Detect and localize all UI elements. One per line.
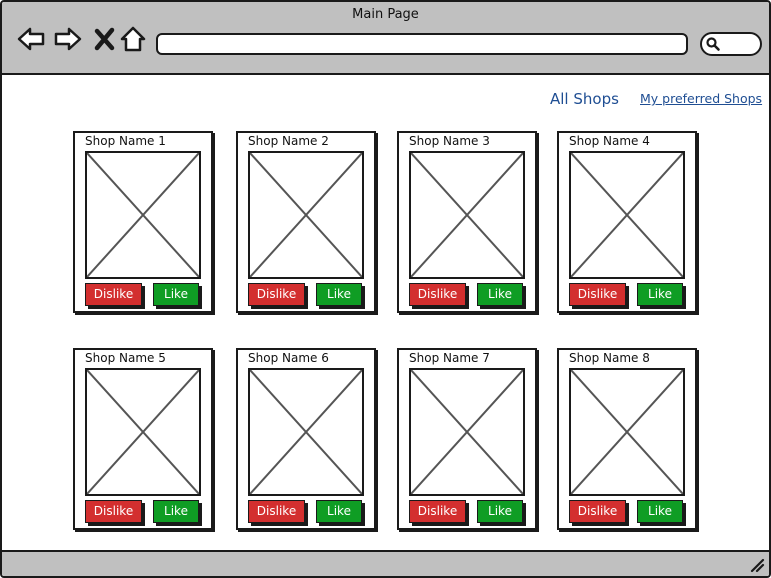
search-field[interactable] (700, 32, 762, 56)
shop-name: Shop Name 1 (85, 134, 166, 148)
like-button[interactable]: Like (316, 500, 362, 523)
search-icon (706, 37, 720, 51)
image-placeholder-icon (86, 369, 200, 495)
dislike-button[interactable]: Dislike (569, 500, 626, 523)
window-title: Main Page (352, 7, 419, 22)
shop-name: Shop Name 4 (569, 134, 650, 148)
like-button[interactable]: Like (477, 283, 523, 306)
shop-name: Shop Name 5 (85, 351, 166, 365)
shop-card: Shop Name 6 Dislike Like (236, 348, 376, 530)
dislike-button[interactable]: Dislike (409, 283, 466, 306)
image-placeholder-icon (410, 369, 524, 495)
shop-card: Shop Name 5 Dislike Like (73, 348, 213, 530)
like-button[interactable]: Like (153, 283, 199, 306)
shop-image-placeholder (248, 151, 364, 279)
shop-image-placeholder (569, 368, 685, 496)
dislike-button[interactable]: Dislike (248, 283, 305, 306)
shop-card: Shop Name 7 Dislike Like (397, 348, 537, 530)
browser-toolbar: Main Page (2, 2, 769, 75)
like-button[interactable]: Like (637, 500, 683, 523)
tab-preferred-shops[interactable]: My preferred Shops (640, 91, 762, 106)
tab-all-shops[interactable]: All Shops (550, 90, 619, 108)
status-bar (2, 550, 769, 576)
shop-image-placeholder (248, 368, 364, 496)
dislike-button[interactable]: Dislike (85, 283, 142, 306)
shop-card: Shop Name 4 Dislike Like (557, 131, 697, 313)
shop-card: Shop Name 2 Dislike Like (236, 131, 376, 313)
like-button[interactable]: Like (637, 283, 683, 306)
shop-card: Shop Name 8 Dislike Like (557, 348, 697, 530)
shop-image-placeholder (409, 368, 525, 496)
shop-name: Shop Name 3 (409, 134, 490, 148)
shop-image-placeholder (409, 151, 525, 279)
dislike-button[interactable]: Dislike (248, 500, 305, 523)
url-bar[interactable] (156, 33, 688, 55)
shop-name: Shop Name 7 (409, 351, 490, 365)
like-button[interactable]: Like (477, 500, 523, 523)
shop-name: Shop Name 8 (569, 351, 650, 365)
close-icon[interactable] (90, 24, 120, 54)
like-button[interactable]: Like (153, 500, 199, 523)
shop-image-placeholder (85, 151, 201, 279)
image-placeholder-icon (249, 369, 363, 495)
shop-card: Shop Name 3 Dislike Like (397, 131, 537, 313)
shop-image-placeholder (85, 368, 201, 496)
dislike-button[interactable]: Dislike (569, 283, 626, 306)
image-placeholder-icon (86, 152, 200, 278)
shop-card: Shop Name 1 Dislike Like (73, 131, 213, 313)
image-placeholder-icon (570, 369, 684, 495)
image-placeholder-icon (410, 152, 524, 278)
resize-grip-icon[interactable] (749, 557, 765, 573)
shop-name: Shop Name 6 (248, 351, 329, 365)
forward-arrow-icon[interactable] (53, 24, 83, 54)
home-icon[interactable] (118, 24, 148, 54)
shop-name: Shop Name 2 (248, 134, 329, 148)
browser-window: Main Page All Shops My preferred Shops S… (0, 0, 771, 578)
dislike-button[interactable]: Dislike (409, 500, 466, 523)
image-placeholder-icon (249, 152, 363, 278)
like-button[interactable]: Like (316, 283, 362, 306)
image-placeholder-icon (570, 152, 684, 278)
back-arrow-icon[interactable] (16, 24, 46, 54)
shop-image-placeholder (569, 151, 685, 279)
dislike-button[interactable]: Dislike (85, 500, 142, 523)
